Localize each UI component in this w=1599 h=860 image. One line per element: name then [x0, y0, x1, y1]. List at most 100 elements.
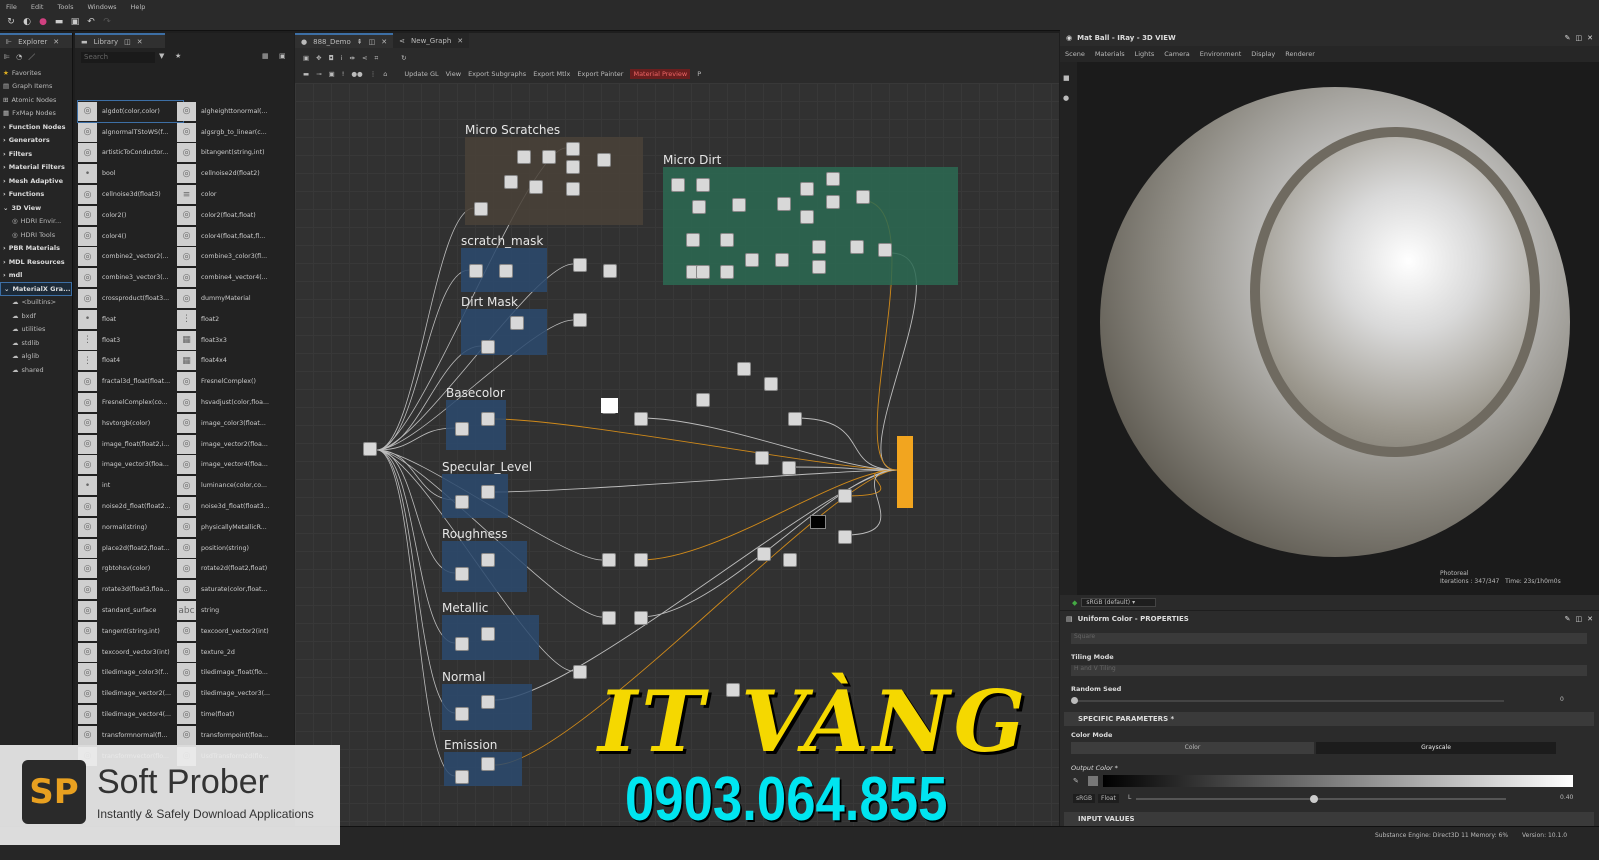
- explorer-item[interactable]: ☁ utilities: [0, 323, 72, 337]
- library-item[interactable]: ◎ physicallyMetallicR...: [177, 517, 282, 538]
- library-item[interactable]: ◎ image_vector4(floa...: [177, 455, 282, 476]
- explorer-item[interactable]: › mdl: [0, 269, 72, 283]
- library-item[interactable]: ◎ tiledimage_vector2(...: [78, 683, 183, 704]
- refresh-icon[interactable]: ◔: [16, 53, 22, 61]
- library-item[interactable]: ◎ algsrgb_to_linear(c...: [177, 122, 282, 143]
- library-item[interactable]: ◎ texcoord_vector2(int): [177, 621, 282, 642]
- graph-node[interactable]: [686, 233, 700, 247]
- library-item[interactable]: ◎ normal(string): [78, 517, 183, 538]
- graph-node[interactable]: [826, 172, 840, 186]
- graph-node[interactable]: [529, 180, 543, 194]
- graph-node[interactable]: [481, 485, 495, 499]
- explorer-item[interactable]: ⊞ Atomic Nodes: [0, 93, 72, 107]
- graph-node[interactable]: [800, 182, 814, 196]
- library-item[interactable]: ⋮ float2: [177, 309, 282, 330]
- tab-explorer[interactable]: ⊩ Explorer ✕: [0, 33, 72, 48]
- close-icon[interactable]: ✕: [137, 38, 143, 46]
- library-item[interactable]: ◎ standard_surface: [78, 600, 183, 621]
- favorite-icon[interactable]: ★: [175, 52, 181, 60]
- graph-node[interactable]: [602, 611, 616, 625]
- library-item[interactable]: ◎ texcoord_vector3(int): [78, 642, 183, 663]
- library-item[interactable]: ◎ image_color3(float...: [177, 413, 282, 434]
- graph-node[interactable]: [597, 153, 611, 167]
- luminance-gradient[interactable]: [1103, 775, 1573, 787]
- graph-frame-title[interactable]: Metallic: [442, 601, 488, 615]
- 3d-menu-display[interactable]: Display: [1251, 50, 1275, 58]
- graph-node[interactable]: [826, 195, 840, 209]
- explorer-item[interactable]: › Functions: [0, 188, 72, 202]
- library-item[interactable]: ◎ fractal3d_float(float...: [78, 371, 183, 392]
- library-item[interactable]: ◎ image_vector3(floa...: [78, 455, 183, 476]
- float-icon[interactable]: ◫: [124, 38, 131, 46]
- close-icon[interactable]: ✕: [457, 37, 463, 45]
- library-item[interactable]: ▦ float4x4: [177, 351, 282, 372]
- menu-windows[interactable]: Windows: [88, 3, 117, 11]
- graph-node[interactable]: [510, 316, 524, 330]
- graph-frame-title[interactable]: Micro Scratches: [465, 123, 560, 137]
- library-item[interactable]: ◎ transformpoint(floa...: [177, 725, 282, 746]
- open-icon[interactable]: ▬: [54, 17, 64, 27]
- camera-icon[interactable]: ■: [1063, 74, 1074, 82]
- graph-toolbar-update-gl[interactable]: Update GL: [404, 70, 438, 78]
- graph-node[interactable]: [720, 265, 734, 279]
- library-item[interactable]: • float: [78, 309, 183, 330]
- white-color-node[interactable]: [601, 398, 618, 413]
- graph-node[interactable]: [720, 233, 734, 247]
- undo-icon[interactable]: ↶: [86, 17, 96, 27]
- search-input[interactable]: Search: [81, 52, 155, 63]
- library-item[interactable]: ◎ dummyMaterial: [177, 288, 282, 309]
- graph-toolbar-view[interactable]: View: [446, 70, 461, 78]
- library-item[interactable]: ◎ algnormalTStoWS(f...: [78, 122, 183, 143]
- select-icon[interactable]: ⌗: [374, 54, 378, 63]
- tiling-mode-select[interactable]: H and V Tiling: [1071, 665, 1587, 676]
- library-item[interactable]: ◎ color2(float,float): [177, 205, 282, 226]
- float-icon[interactable]: ◫: [1576, 34, 1583, 42]
- graph-node[interactable]: [566, 160, 580, 174]
- graph-frame-title[interactable]: Micro Dirt: [663, 153, 721, 167]
- pin-icon[interactable]: ✎: [1565, 34, 1571, 42]
- library-item[interactable]: ◎ combine3_vector3(...: [78, 267, 183, 288]
- library-item[interactable]: ◎ crossproduct(float3...: [78, 288, 183, 309]
- library-item[interactable]: ⋮ float4: [78, 351, 183, 372]
- explorer-item[interactable]: › Filters: [0, 147, 72, 161]
- input-values-section[interactable]: INPUT VALUES: [1064, 812, 1594, 826]
- explorer-item[interactable]: ☁ bxdf: [0, 309, 72, 323]
- graph-node[interactable]: [603, 264, 617, 278]
- graph-node[interactable]: [737, 362, 751, 376]
- library-item[interactable]: ⋮ float3: [78, 330, 183, 351]
- graph-node[interactable]: [566, 182, 580, 196]
- library-item[interactable]: ◎ position(string): [177, 538, 282, 559]
- library-item[interactable]: ◎ place2d(float2,float...: [78, 538, 183, 559]
- library-item[interactable]: ◎ noise2d_float(float2...: [78, 496, 183, 517]
- save-icon[interactable]: ▣: [70, 17, 80, 27]
- slider-handle[interactable]: [1309, 795, 1318, 803]
- graph-node[interactable]: [696, 178, 710, 192]
- graph-node[interactable]: [800, 210, 814, 224]
- graph-node[interactable]: [764, 377, 778, 391]
- grid-view-icon[interactable]: ▦: [262, 52, 269, 60]
- options-icon[interactable]: ▣: [279, 52, 286, 60]
- close-icon[interactable]: ✕: [53, 38, 59, 46]
- color-swatch[interactable]: [1088, 776, 1098, 786]
- graph-node[interactable]: [782, 461, 796, 475]
- random-seed-slider[interactable]: [1071, 697, 1504, 704]
- library-item[interactable]: ◎ tiledimage_vector4(...: [78, 704, 183, 725]
- graph-frame-title[interactable]: scratch_mask: [461, 234, 543, 248]
- 3d-menu-camera[interactable]: Camera: [1164, 50, 1190, 58]
- share-icon[interactable]: ⋖: [362, 54, 367, 62]
- tab-new-graph[interactable]: ⋖ New_Graph ✕: [393, 33, 470, 48]
- explorer-item[interactable]: › Generators: [0, 134, 72, 148]
- link-icon[interactable]: ⊸: [316, 70, 321, 78]
- explorer-item[interactable]: ▦ FxMap Nodes: [0, 107, 72, 121]
- align-icon[interactable]: ⇹: [350, 54, 355, 62]
- graph-node[interactable]: [566, 142, 580, 156]
- graph-node[interactable]: [481, 412, 495, 426]
- library-item[interactable]: ◎ bitangent(string,int): [177, 143, 282, 164]
- graph-toolbar-p[interactable]: P: [697, 70, 701, 78]
- graph-node[interactable]: [504, 175, 518, 189]
- black-color-node[interactable]: [810, 515, 826, 529]
- color-mode-color-button[interactable]: Color: [1071, 742, 1314, 754]
- explorer-item[interactable]: ☁ <builtins>: [0, 296, 72, 310]
- library-item[interactable]: ◎ hsvadjust(color,floa...: [177, 392, 282, 413]
- graph-node[interactable]: [696, 265, 710, 279]
